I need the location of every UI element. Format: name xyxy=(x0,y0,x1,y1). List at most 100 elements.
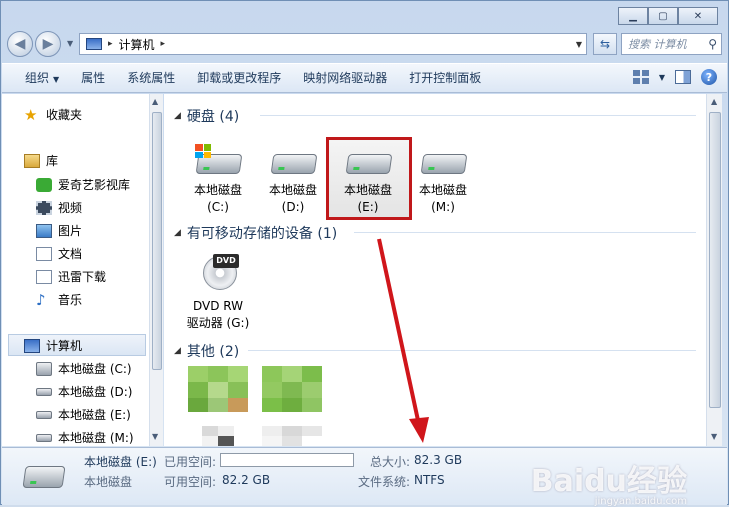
scroll-up-icon[interactable]: ▲ xyxy=(711,97,717,106)
used-space-label: 已用空间: xyxy=(164,455,217,469)
collapse-triangle-icon[interactable]: ◢ xyxy=(174,111,181,121)
sidebar-item-label: 迅雷下载 xyxy=(58,270,107,284)
scroll-down-icon[interactable]: ▼ xyxy=(152,432,158,441)
sidebar-item-music[interactable]: ♪ 音乐 xyxy=(36,291,82,308)
group-divider xyxy=(248,350,696,351)
sidebar-item-drive-m[interactable]: 本地磁盘 (M:) xyxy=(36,429,134,446)
sidebar-item-pictures[interactable]: 图片 xyxy=(36,222,82,239)
group-title: 硬盘 (4) xyxy=(186,109,240,125)
back-arrow-icon: ◀ xyxy=(14,36,26,52)
sidebar-item-drive-e[interactable]: 本地磁盘 (E:) xyxy=(36,406,131,423)
baidu-watermark: Baidu经验 jingyan.baidu.com xyxy=(531,456,687,507)
forward-arrow-icon: ▶ xyxy=(42,36,54,52)
group-header-removable[interactable]: ◢ 有可移动存储的设备 (1) xyxy=(174,223,337,243)
drive-name: 本地磁盘 xyxy=(343,183,392,197)
drive-name: DVD RW xyxy=(192,299,243,313)
drive-tile-m[interactable]: 本地磁盘 (M:) xyxy=(405,144,481,216)
free-space-label: 可用空间: xyxy=(164,475,217,489)
search-input[interactable]: 搜索 计算机 ⚲ xyxy=(621,33,722,55)
drive-tile-d[interactable]: 本地磁盘 (D:) xyxy=(255,144,331,216)
drive-name: 本地磁盘 xyxy=(193,183,242,197)
scroll-thumb[interactable] xyxy=(709,112,721,408)
scroll-thumb[interactable] xyxy=(152,112,162,370)
navigation-scrollbar[interactable]: ▲ ▼ xyxy=(149,94,163,446)
scroll-down-icon[interactable]: ▼ xyxy=(711,432,717,441)
open-control-panel-button[interactable]: 打开控制面板 xyxy=(398,67,492,89)
scroll-up-icon[interactable]: ▲ xyxy=(152,97,158,106)
blurred-icon xyxy=(262,366,322,446)
drive-letter: (C:) xyxy=(207,200,229,214)
view-dropdown-icon[interactable]: ▼ xyxy=(659,73,665,82)
forward-button[interactable]: ▶ xyxy=(35,31,61,57)
sidebar-item-computer[interactable]: 计算机 xyxy=(24,337,82,354)
sidebar-item-iqiyi[interactable]: 爱奇艺影视库 xyxy=(36,176,130,193)
drive-name: 本地磁盘 xyxy=(418,183,467,197)
drive-tile-e[interactable]: 本地磁盘 (E:) xyxy=(330,144,406,216)
sidebar-item-label: 音乐 xyxy=(58,293,83,307)
file-system-value: NTFS xyxy=(414,473,445,487)
command-bar: 组织 ▼ 属性 系统属性 卸载或更改程序 映射网络驱动器 打开控制面板 ▼ ? xyxy=(2,63,727,93)
drive-tile-c[interactable]: 本地磁盘 (C:) xyxy=(180,144,256,216)
drive-tile-dvd[interactable]: DVD DVD RW 驱动器 (G:) xyxy=(180,250,256,332)
recent-pages-dropdown[interactable]: ▼ xyxy=(67,39,73,48)
breadcrumb-separator[interactable]: ▸ xyxy=(161,39,166,49)
breadcrumb-computer[interactable]: 计算机 xyxy=(119,36,155,53)
drive-name: 本地磁盘 xyxy=(268,183,317,197)
minimize-button[interactable]: ▁ xyxy=(618,7,648,25)
collapse-triangle-icon[interactable]: ◢ xyxy=(174,228,181,238)
drive-icon xyxy=(345,144,393,178)
help-icon[interactable]: ? xyxy=(701,69,717,85)
sidebar-item-favorites[interactable]: ★ 收藏夹 xyxy=(24,106,82,123)
refresh-button[interactable]: ⇆ xyxy=(593,33,617,55)
group-divider xyxy=(354,232,696,233)
maximize-button[interactable]: ▢ xyxy=(648,7,678,25)
sidebar-item-libraries[interactable]: 库 xyxy=(24,152,58,169)
search-icon[interactable]: ⚲ xyxy=(708,37,717,51)
content-pane: ◢ 硬盘 (4) 本地磁盘 (C:) 本地磁盘 (D:) 本地磁盘 (E:) 本… xyxy=(164,94,706,446)
other-item-thumbnail[interactable] xyxy=(188,366,248,446)
music-icon: ♪ xyxy=(36,290,46,309)
star-icon: ★ xyxy=(24,105,38,124)
change-view-icon[interactable] xyxy=(632,70,649,84)
preview-pane-icon[interactable] xyxy=(675,70,691,84)
search-placeholder: 搜索 计算机 xyxy=(628,38,687,51)
drive-icon xyxy=(36,433,52,442)
sidebar-item-label: 收藏夹 xyxy=(46,108,83,122)
organize-menu[interactable]: 组织 ▼ xyxy=(14,67,70,89)
collapse-triangle-icon[interactable]: ◢ xyxy=(174,346,181,356)
content-scrollbar[interactable]: ▲ ▼ xyxy=(706,94,722,446)
close-button[interactable]: ✕ xyxy=(678,7,718,25)
address-dropdown-icon[interactable]: ▼ xyxy=(576,40,582,49)
map-network-drive-button[interactable]: 映射网络驱动器 xyxy=(292,67,398,89)
other-item-thumbnail[interactable] xyxy=(262,366,322,446)
sidebar-item-videos[interactable]: 视频 xyxy=(36,199,82,216)
drive-icon xyxy=(22,462,68,492)
group-header-hard-disks[interactable]: ◢ 硬盘 (4) xyxy=(174,106,239,126)
sidebar-item-label: 文档 xyxy=(58,247,83,261)
documents-icon xyxy=(36,246,52,261)
sidebar-item-label: 视频 xyxy=(58,201,83,215)
sidebar-item-drive-d[interactable]: 本地磁盘 (D:) xyxy=(36,383,132,400)
sidebar-item-drive-c[interactable]: 本地磁盘 (C:) xyxy=(36,360,132,377)
watermark-brand: Baidu经验 xyxy=(530,464,687,499)
drive-letter: (E:) xyxy=(357,200,379,214)
pictures-icon xyxy=(36,223,52,238)
dvd-drive-icon: DVD xyxy=(195,250,241,294)
drive-icon xyxy=(36,410,52,419)
sidebar-item-label: 本地磁盘 (D:) xyxy=(58,385,133,399)
sidebar-item-xunlei[interactable]: 迅雷下载 xyxy=(36,268,106,285)
system-properties-button[interactable]: 系统属性 xyxy=(116,67,186,89)
group-header-other[interactable]: ◢ 其他 (2) xyxy=(174,341,239,361)
used-space-bar xyxy=(220,453,354,467)
organize-label: 组织 xyxy=(25,71,50,85)
breadcrumb-separator[interactable]: ▸ xyxy=(108,39,113,49)
uninstall-button[interactable]: 卸载或更改程序 xyxy=(186,67,292,89)
properties-button[interactable]: 属性 xyxy=(70,67,116,89)
back-button[interactable]: ◀ xyxy=(7,31,33,57)
drive-letter: 驱动器 (G:) xyxy=(186,316,250,330)
address-bar[interactable]: ▸ 计算机 ▸ ▼ xyxy=(79,33,587,55)
sidebar-item-documents[interactable]: 文档 xyxy=(36,245,82,262)
free-space-value: 82.2 GB xyxy=(222,473,271,487)
group-divider xyxy=(260,115,696,116)
sidebar-item-label: 爱奇艺影视库 xyxy=(58,178,131,192)
